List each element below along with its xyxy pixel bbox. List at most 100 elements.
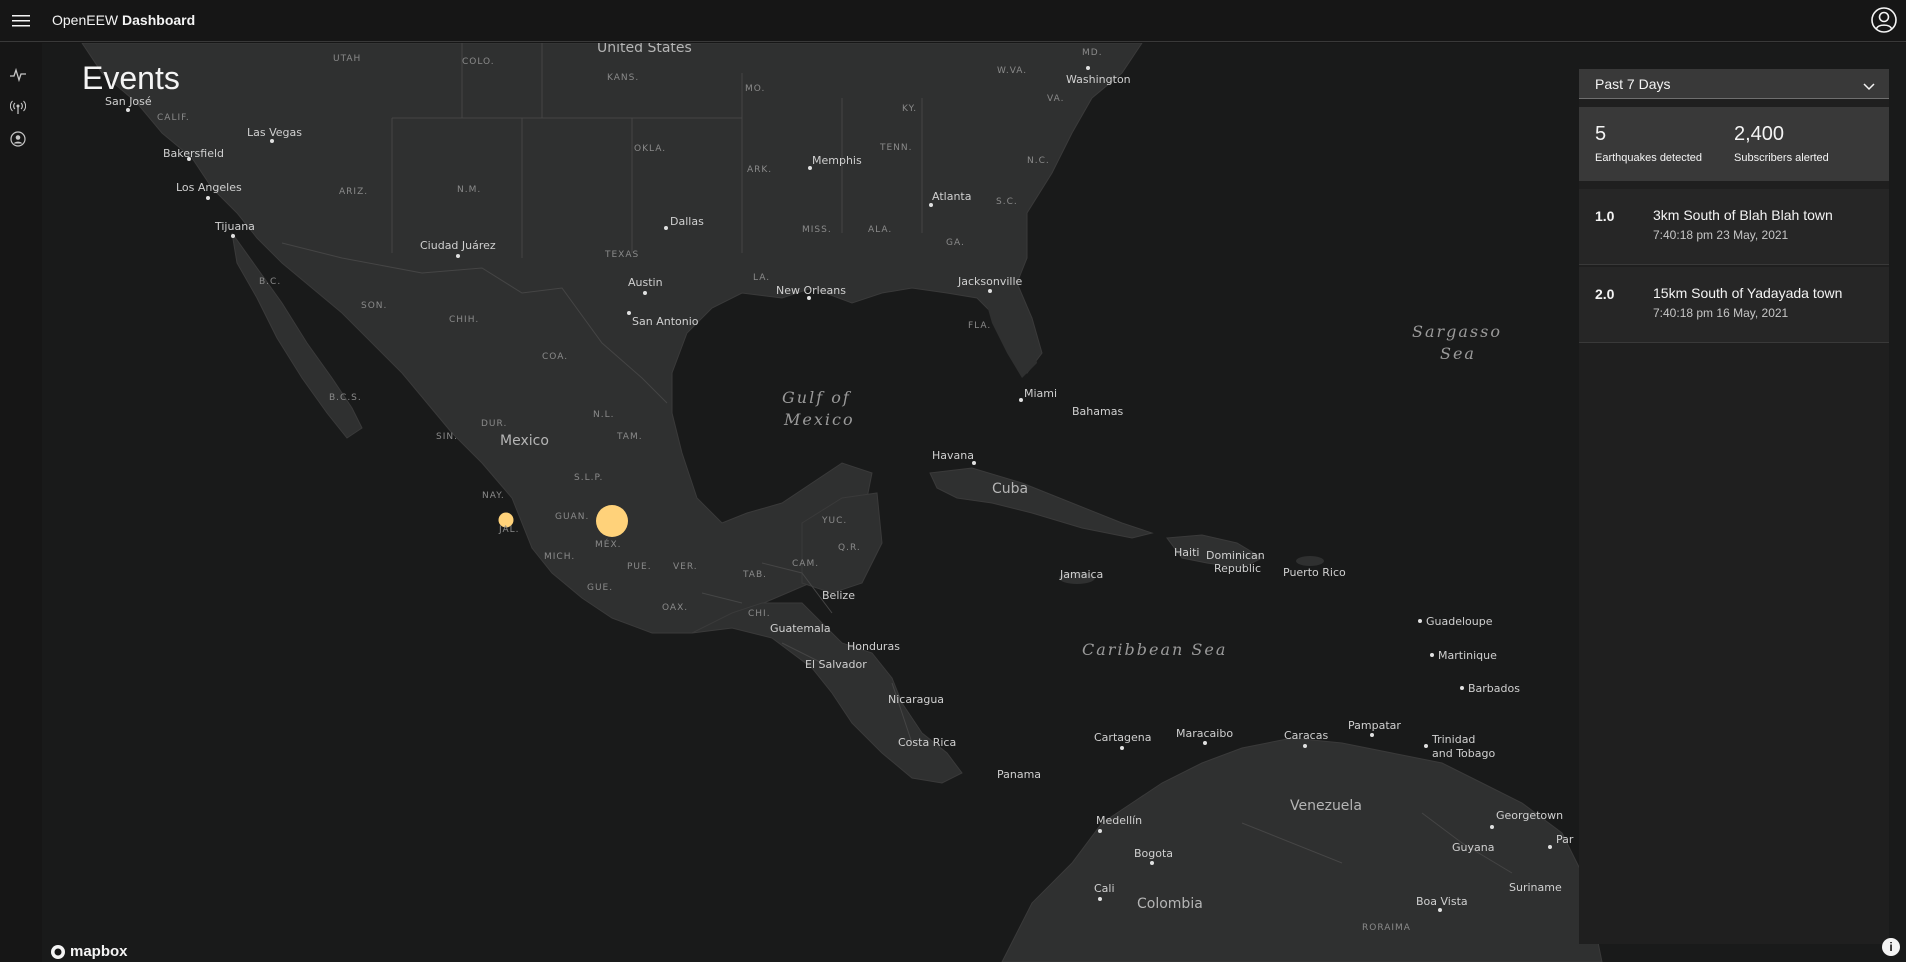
svg-text:VA.: VA. <box>1047 94 1064 104</box>
app-name[interactable]: OpenEEW Dashboard <box>52 11 195 29</box>
svg-text:Caracas: Caracas <box>1284 729 1328 742</box>
svg-text:Par: Par <box>1556 833 1574 846</box>
svg-text:SIN.: SIN. <box>436 432 458 442</box>
svg-text:KY.: KY. <box>902 104 917 114</box>
earthquakes-label: Earthquakes detected <box>1595 152 1703 164</box>
svg-text:COA.: COA. <box>542 352 568 362</box>
svg-text:TAM.: TAM. <box>616 432 643 442</box>
user-circle-icon[interactable] <box>8 129 28 149</box>
svg-text:TENN.: TENN. <box>879 143 913 153</box>
event-time: 7:40:18 pm 16 May, 2021 <box>1653 306 1789 320</box>
svg-text:Barbados: Barbados <box>1468 682 1520 695</box>
svg-text:CALIF.: CALIF. <box>157 113 190 123</box>
svg-text:NAY.: NAY. <box>482 491 505 501</box>
event-location: 3km South of Blah Blah town <box>1653 207 1833 223</box>
hamburger-menu-icon[interactable] <box>6 6 36 36</box>
svg-text:Jamaica: Jamaica <box>1059 568 1103 581</box>
svg-text:CHI.: CHI. <box>748 609 771 619</box>
svg-text:Costa Rica: Costa Rica <box>898 736 956 749</box>
map-label-country: Cuba <box>992 481 1028 497</box>
mapbox-wordmark: mapbox <box>70 943 128 960</box>
south-america-land <box>1001 737 1603 962</box>
app-name-bold: Dashboard <box>122 12 196 28</box>
app-name-plain: OpenEEW <box>52 12 119 28</box>
svg-text:S.L.P.: S.L.P. <box>574 473 603 483</box>
svg-text:Martinique: Martinique <box>1438 649 1497 662</box>
svg-text:Austin: Austin <box>628 276 663 289</box>
chevron-down-icon <box>1863 78 1875 96</box>
time-range-dropdown[interactable]: Past 7 Days <box>1579 69 1889 99</box>
svg-text:Trinidad: Trinidad <box>1431 733 1475 746</box>
svg-text:Maracaibo: Maracaibo <box>1176 727 1233 740</box>
svg-text:Republic: Republic <box>1214 562 1261 575</box>
svg-text:Honduras: Honduras <box>847 640 900 653</box>
event-time: 7:40:18 pm 23 May, 2021 <box>1653 228 1789 242</box>
mapbox-icon <box>51 944 65 959</box>
mapbox-logo[interactable]: mapbox <box>50 943 128 960</box>
earthquakes-count: 5 <box>1595 123 1607 145</box>
map-label-country: Mexico <box>500 433 549 449</box>
event-magnitude: 1.0 <box>1595 208 1615 224</box>
svg-text:Los Angeles: Los Angeles <box>176 181 242 194</box>
svg-text:CHIH.: CHIH. <box>449 315 479 325</box>
user-avatar-icon[interactable] <box>1866 2 1902 38</box>
svg-text:N.C.: N.C. <box>1027 156 1050 166</box>
svg-text:UTAH: UTAH <box>333 54 361 64</box>
map-label-country: United States <box>597 43 692 56</box>
earthquake-marker[interactable] <box>596 505 628 537</box>
svg-text:ALA.: ALA. <box>868 225 892 235</box>
svg-text:JAL.: JAL. <box>498 525 520 535</box>
svg-text:KANS.: KANS. <box>607 73 639 83</box>
svg-text:MICH.: MICH. <box>544 552 575 562</box>
event-magnitude: 2.0 <box>1595 286 1615 302</box>
svg-text:New Orleans: New Orleans <box>776 284 846 297</box>
florida-land <box>982 288 1037 378</box>
summary-stats: 5 Earthquakes detected 2,400 Subscribers… <box>1579 107 1889 181</box>
svg-text:Dallas: Dallas <box>670 215 704 228</box>
svg-text:MO.: MO. <box>745 84 765 94</box>
svg-text:Miami: Miami <box>1024 387 1057 400</box>
svg-text:PUE.: PUE. <box>627 562 652 572</box>
side-navigation <box>0 43 36 962</box>
svg-text:W.VA.: W.VA. <box>997 66 1027 76</box>
svg-text:Memphis: Memphis <box>812 154 862 167</box>
svg-text:DUR.: DUR. <box>481 419 507 429</box>
svg-text:FLA.: FLA. <box>968 321 991 331</box>
svg-text:Jacksonville: Jacksonville <box>957 275 1023 288</box>
event-list-item[interactable]: 2.0 15km South of Yadayada town 7:40:18 … <box>1579 267 1889 343</box>
sensor-broadcast-icon[interactable] <box>8 97 28 117</box>
svg-text:N.M.: N.M. <box>457 185 481 195</box>
svg-text:Q.R.: Q.R. <box>838 543 861 553</box>
map-label-sea: Mexico <box>783 410 855 429</box>
svg-text:VER.: VER. <box>673 562 698 572</box>
svg-text:Ciudad Juárez: Ciudad Juárez <box>420 239 496 252</box>
activity-pulse-icon[interactable] <box>8 65 28 85</box>
svg-text:S.C.: S.C. <box>996 197 1018 207</box>
subscribers-count: 2,400 <box>1734 123 1785 145</box>
svg-text:El Salvador: El Salvador <box>805 658 867 671</box>
map-label-sea: Caribbean Sea <box>1082 640 1227 659</box>
svg-text:TEXAS: TEXAS <box>604 250 639 260</box>
svg-text:Havana: Havana <box>932 449 974 462</box>
svg-text:GA.: GA. <box>946 238 965 248</box>
svg-text:Guyana: Guyana <box>1452 841 1494 854</box>
map-label-country: Venezuela <box>1290 798 1362 814</box>
svg-text:and Tobago: and Tobago <box>1432 747 1495 760</box>
svg-text:Georgetown: Georgetown <box>1496 809 1563 822</box>
svg-text:CAM.: CAM. <box>792 559 819 569</box>
map-label-sea: Sea <box>1440 344 1476 363</box>
svg-text:MÉX.: MÉX. <box>595 538 621 550</box>
svg-text:Nicaragua: Nicaragua <box>888 693 944 706</box>
svg-text:Bogota: Bogota <box>1134 847 1173 860</box>
map-label-sea: Sargasso <box>1412 322 1502 341</box>
svg-text:MD.: MD. <box>1082 48 1103 58</box>
time-range-selected: Past 7 Days <box>1595 76 1671 92</box>
svg-text:Bakersfield: Bakersfield <box>163 147 224 160</box>
svg-text:Guadeloupe: Guadeloupe <box>1426 615 1493 628</box>
puerto-rico-land <box>1296 556 1324 566</box>
svg-text:COLO.: COLO. <box>462 57 495 67</box>
attribution-info-icon[interactable]: i <box>1882 938 1900 956</box>
event-list-item[interactable]: 1.0 3km South of Blah Blah town 7:40:18 … <box>1579 189 1889 265</box>
svg-text:SON.: SON. <box>361 301 387 311</box>
svg-text:Belize: Belize <box>822 589 855 602</box>
